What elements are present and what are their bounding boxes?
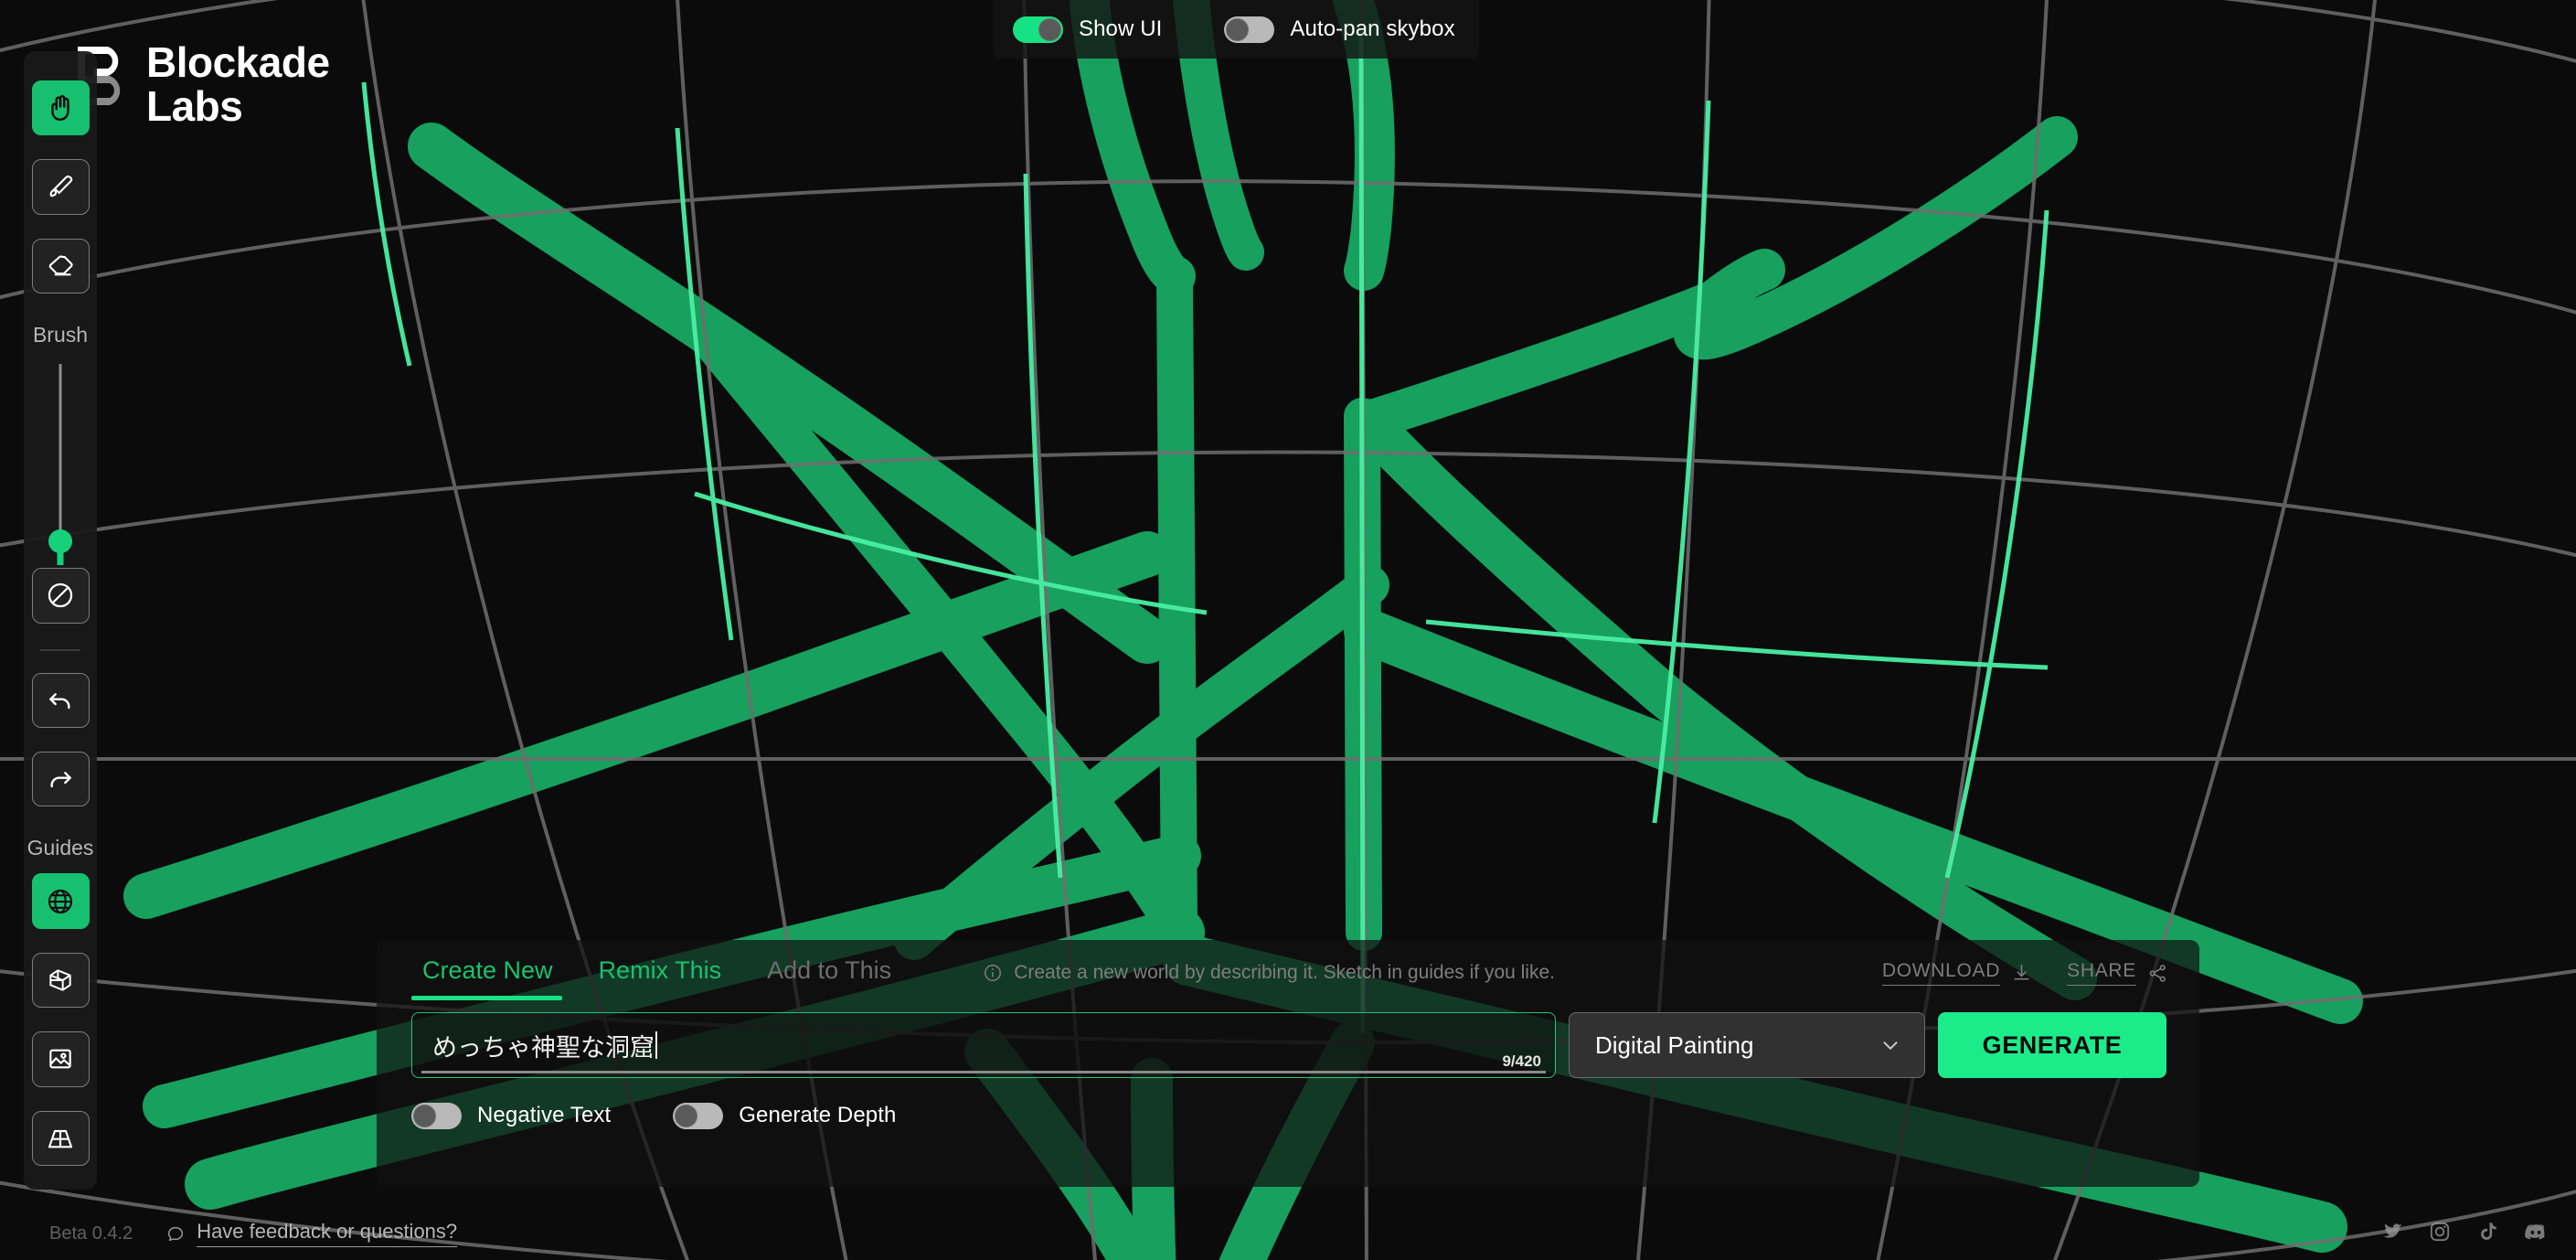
style-select-value: Digital Painting [1595, 1030, 1754, 1059]
auto-pan-toggle-group: Auto-pan skybox [1224, 16, 1455, 43]
image-guide-button[interactable] [31, 1031, 90, 1087]
prompt-input-wrapper: めっちゃ神聖な洞窟 9/420 [411, 1012, 1556, 1078]
perspective-grid-icon [48, 1129, 73, 1148]
version-label: Beta 0.4.2 [49, 1223, 133, 1244]
tab-add-to-this: Add to This [767, 956, 892, 984]
download-button[interactable]: DOWNLOAD [1881, 960, 2032, 986]
generate-button[interactable]: GENERATE [1938, 1012, 2166, 1078]
show-ui-label: Show UI [1079, 16, 1163, 41]
left-tool-rail: Brush Guides [24, 51, 97, 1190]
rail-divider [40, 648, 80, 651]
negative-text-toggle[interactable] [411, 1102, 462, 1129]
download-label: DOWNLOAD [1881, 960, 2001, 986]
perspective-guide-button[interactable] [31, 1110, 90, 1166]
show-ui-toggle[interactable] [1013, 16, 1063, 43]
brush-size-slider[interactable] [48, 364, 72, 566]
negative-text-label: Negative Text [477, 1103, 612, 1127]
download-icon [2014, 964, 2029, 980]
toggle-knob [675, 1104, 698, 1127]
twitter-icon[interactable] [2380, 1220, 2404, 1248]
chevron-down-icon [1883, 1041, 1898, 1050]
hand-icon [51, 95, 69, 122]
tab-remix-this[interactable]: Remix This [588, 956, 733, 990]
discord-icon[interactable] [2523, 1219, 2549, 1249]
cube-icon [49, 969, 71, 991]
top-toggle-bar: Show UI Auto-pan skybox [993, 0, 1479, 59]
undo-arrow-icon [49, 692, 70, 709]
panel-hint-text: Create a new world by describing it. Ske… [1014, 962, 1555, 983]
no-entry-icon [48, 583, 73, 608]
text-caret [655, 1031, 657, 1059]
auto-pan-skybox-label: Auto-pan skybox [1290, 16, 1455, 41]
share-icon [2149, 964, 2166, 982]
paintbrush-icon [49, 175, 73, 198]
generate-depth-label: Generate Depth [739, 1103, 897, 1127]
panel-header-actions: DOWNLOAD SHARE [1881, 960, 2168, 986]
panel-controls-row: めっちゃ神聖な洞窟 9/420 Digital Painting GENERAT… [377, 1006, 2199, 1084]
slider-thumb[interactable] [48, 529, 72, 554]
tab-create-new[interactable]: Create New [411, 956, 564, 1000]
panel-hint: Create a new world by describing it. Ske… [983, 962, 1555, 984]
guides-section-label: Guides [27, 836, 94, 860]
generate-depth-toggle-group: Generate Depth [673, 1102, 897, 1129]
prompt-input[interactable]: めっちゃ神聖な洞窟 [411, 1012, 1556, 1078]
cube-guide-button[interactable] [31, 952, 90, 1009]
brush-tool-button[interactable] [31, 159, 90, 215]
redo-arrow-icon [50, 772, 71, 788]
redo-button[interactable] [31, 751, 90, 807]
eraser-tool-button[interactable] [31, 238, 90, 294]
globe-icon [48, 889, 73, 913]
style-select[interactable]: Digital Painting [1569, 1012, 1925, 1078]
panel-header: Create New Remix This Add to This Create… [377, 940, 2199, 1006]
panel-tabs: Create New Remix This Add to This [411, 956, 926, 1000]
slider-track [59, 364, 62, 550]
auto-pan-skybox-toggle[interactable] [1224, 16, 1275, 43]
toggle-knob [1226, 17, 1250, 41]
negative-text-toggle-group: Negative Text [411, 1102, 612, 1129]
brush-section-label: Brush [32, 323, 89, 347]
blockade-labs-skybox-app: Show UI Auto-pan skybox Blockade Labs Br… [0, 0, 2576, 1260]
pan-hand-tool-button[interactable] [31, 80, 90, 136]
instagram-icon[interactable] [2428, 1220, 2452, 1248]
chat-bubble-icon [168, 1226, 184, 1242]
share-label: SHARE [2067, 960, 2136, 986]
share-button[interactable]: SHARE [2067, 960, 2168, 986]
tiktok-icon[interactable] [2475, 1220, 2499, 1248]
info-icon [985, 965, 1002, 981]
undo-button[interactable] [31, 672, 90, 728]
eraser-icon [48, 255, 73, 276]
clear-all-button[interactable] [31, 568, 90, 624]
toggle-knob [413, 1104, 436, 1127]
feedback-link[interactable]: Have feedback or questions? [165, 1220, 458, 1247]
status-bar: Beta 0.4.2 Have feedback or questions? [0, 1207, 2576, 1260]
sphere-guide-button[interactable] [31, 873, 90, 929]
show-ui-toggle-group: Show UI [1013, 16, 1162, 43]
feedback-label: Have feedback or questions? [197, 1220, 458, 1247]
social-links [2380, 1219, 2549, 1249]
toggle-knob [1038, 17, 1061, 41]
generate-depth-toggle[interactable] [673, 1102, 724, 1129]
panel-footer: Negative Text Generate Depth [377, 1084, 2199, 1147]
prompt-panel: Create New Remix This Add to This Create… [377, 940, 2199, 1187]
slider-nub [57, 552, 64, 566]
prompt-value: めっちゃ神聖な洞窟 [432, 1033, 655, 1062]
image-icon [49, 1049, 71, 1069]
character-counter: 9/420 [1502, 1052, 1541, 1070]
